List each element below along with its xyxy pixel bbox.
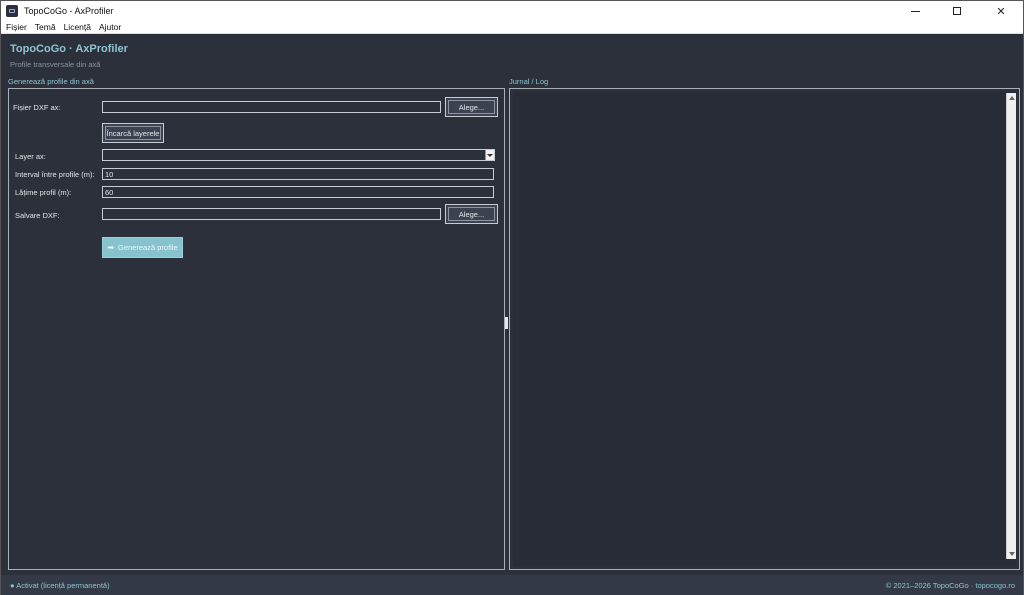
scroll-down-icon[interactable] [1009,552,1015,556]
load-layers-label: Încarcă layerele [105,126,161,140]
layer-select[interactable] [102,149,495,161]
menu-help[interactable]: Ajutor [95,22,125,32]
log-panel [509,88,1020,570]
app-title: TopoCoGo · AxProfiler [10,43,128,55]
dxf-file-input[interactable] [102,101,441,113]
log-text-area[interactable] [513,92,1016,566]
license-status: ● Activat (licență permanentă) [10,581,110,590]
log-group-title: Jurnal / Log [509,77,549,86]
width-input[interactable] [102,186,494,198]
arrow-right-icon: ➡ [107,243,115,252]
interval-label: Interval între profile (m): [15,170,95,179]
save-browse-button[interactable]: Alege... [445,204,498,224]
app-subtitle: Profile transversale din axă [10,60,101,69]
maximize-button[interactable] [935,1,979,21]
close-button[interactable]: ✕ [979,1,1023,21]
save-dxf-label: Salvare DXF: [15,211,60,220]
app-icon [6,5,18,17]
dxf-browse-button[interactable]: Alege... [445,97,498,117]
interval-input[interactable] [102,168,494,180]
app-window: TopoCoGo - AxProfiler ✕ Fișier Temă Lice… [0,0,1024,595]
save-dxf-input[interactable] [102,208,441,220]
generate-profiles-button[interactable]: ➡ Generează profile [102,237,183,258]
panel-splitter-handle[interactable] [505,317,508,329]
save-browse-label: Alege... [448,207,495,221]
generate-group-title: Generează profile din axă [8,77,94,86]
menu-bar: Fișier Temă Licență Ajutor [1,21,1023,34]
status-bar: ● Activat (licență permanentă) © 2021–20… [1,575,1023,595]
minimize-button[interactable] [893,1,937,21]
title-bar: TopoCoGo - AxProfiler ✕ [1,1,1023,21]
close-icon: ✕ [996,5,1006,18]
minimize-icon [910,10,920,12]
scroll-up-icon[interactable] [1009,96,1015,100]
menu-theme[interactable]: Temă [31,22,60,32]
copyright-text: © 2021–2026 TopoCoGo · topocogo.ro [885,581,1015,590]
layer-label: Layer ax: [15,152,46,161]
width-label: Lățime profil (m): [15,188,72,197]
load-layers-button[interactable]: Încarcă layerele [102,123,164,143]
menu-license[interactable]: Licență [60,22,95,32]
chevron-down-icon[interactable] [485,150,494,160]
log-scrollbar[interactable] [1006,93,1016,559]
dxf-browse-label: Alege... [448,100,495,114]
window-title: TopoCoGo - AxProfiler [24,6,114,16]
menu-file[interactable]: Fișier [1,22,31,32]
maximize-icon [953,7,961,15]
dxf-file-label: Fișier DXF ax: [13,103,61,112]
generate-profiles-label: Generează profile [118,243,178,252]
